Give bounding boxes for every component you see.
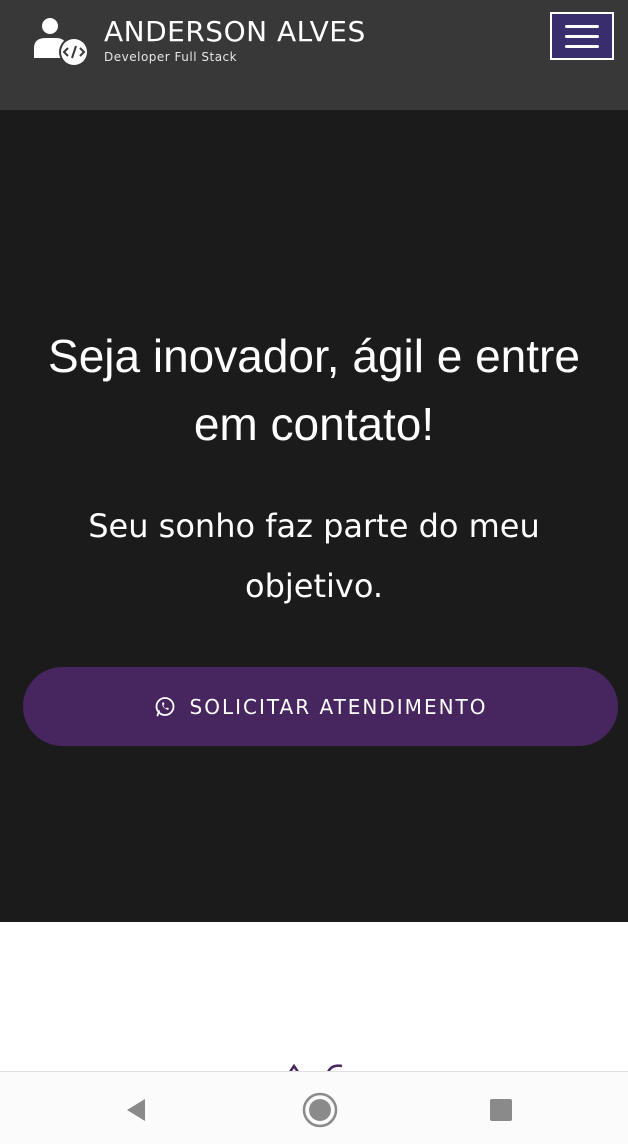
home-circle-icon[interactable] bbox=[300, 1090, 340, 1130]
next-section bbox=[0, 922, 628, 1072]
brand-tagline: Developer Full Stack bbox=[104, 50, 238, 64]
hamburger-menu-icon-bar bbox=[565, 44, 599, 48]
recents-square-icon[interactable] bbox=[481, 1090, 521, 1130]
developer-user-code-icon bbox=[30, 14, 94, 70]
brand-logo-link[interactable]: ANDERSON ALVES Developer Full Stack bbox=[30, 14, 366, 74]
brand-name: ANDERSON ALVES bbox=[104, 15, 366, 48]
phone-screen: ANDERSON ALVES Developer Full Stack Seja… bbox=[0, 0, 628, 1144]
request-service-label: SOLICITAR ATENDIMENTO bbox=[189, 694, 488, 719]
site-header: ANDERSON ALVES Developer Full Stack bbox=[0, 0, 628, 110]
hero-title: Seja inovador, ágil e entre em contato! bbox=[48, 330, 580, 450]
hamburger-menu-icon bbox=[565, 24, 599, 28]
brand-text: ANDERSON ALVES Developer Full Stack bbox=[104, 14, 366, 64]
back-triangle-icon[interactable] bbox=[116, 1090, 156, 1130]
whatsapp-icon bbox=[154, 696, 176, 718]
hero-subtitle: Seu sonho faz parte do meu objetivo. bbox=[88, 507, 540, 605]
request-service-button[interactable]: SOLICITAR ATENDIMENTO bbox=[23, 667, 618, 746]
system-navigation-bar bbox=[0, 1071, 628, 1144]
hamburger-menu-icon-bar bbox=[565, 34, 599, 38]
hero-section: Seja inovador, ágil e entre em contato! … bbox=[0, 110, 628, 922]
menu-toggle-button[interactable] bbox=[550, 12, 614, 60]
